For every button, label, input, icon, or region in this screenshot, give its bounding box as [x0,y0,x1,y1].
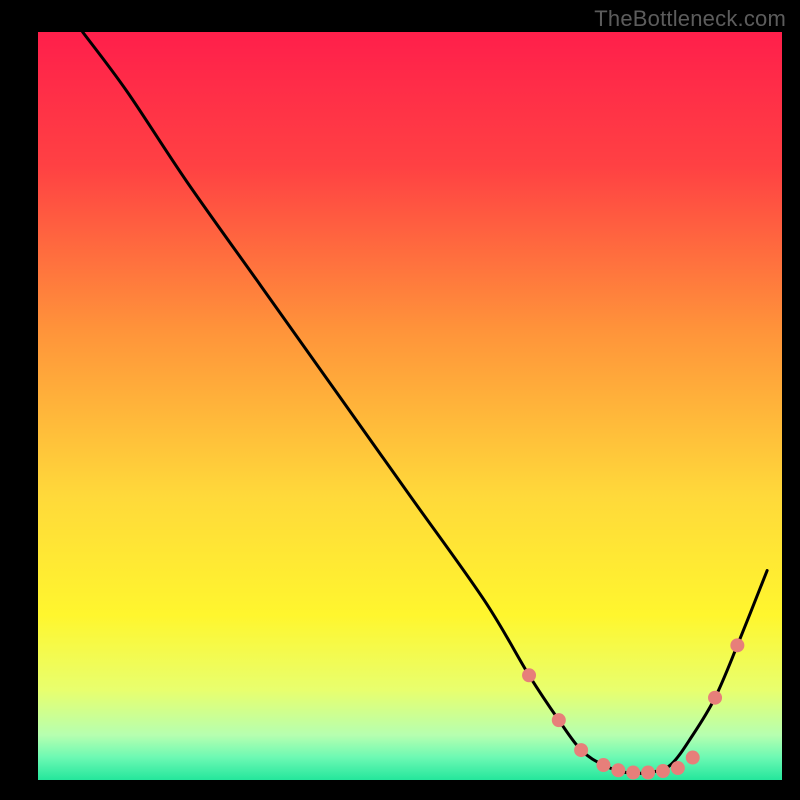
marker-point [671,761,685,775]
marker-point [626,766,640,780]
marker-point [656,764,670,778]
marker-point [522,668,536,682]
marker-point [596,758,610,772]
chart-container: TheBottleneck.com [0,0,800,800]
plot-background [38,32,782,780]
marker-point [708,691,722,705]
marker-point [686,751,700,765]
marker-point [574,743,588,757]
line-chart [0,0,800,800]
watermark-label: TheBottleneck.com [594,6,786,32]
marker-point [730,638,744,652]
marker-point [611,763,625,777]
marker-point [641,766,655,780]
marker-point [552,713,566,727]
